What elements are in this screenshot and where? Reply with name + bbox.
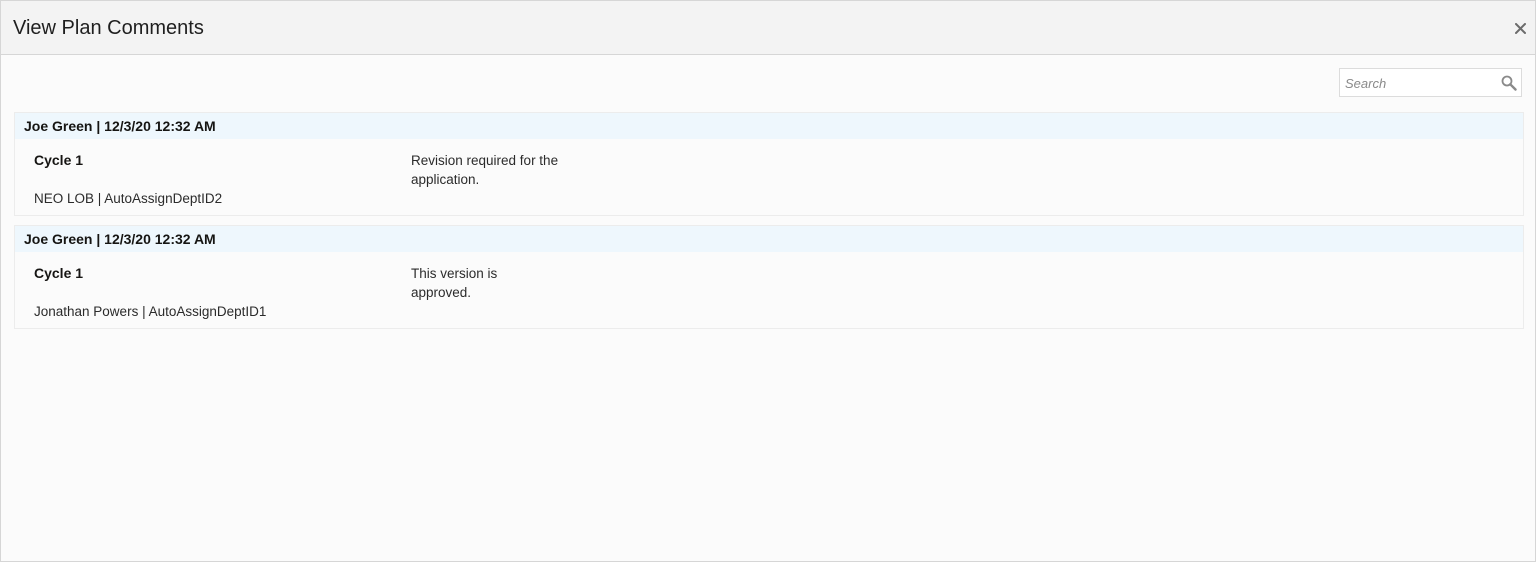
comment-header: Joe Green | 12/3/20 12:32 AM <box>15 226 1523 252</box>
comment-card: Joe Green | 12/3/20 12:32 AM Cycle 1 Jon… <box>14 225 1524 329</box>
dialog-title: View Plan Comments <box>13 17 204 39</box>
comment-author: Joe Green | 12/3/20 12:32 AM <box>24 231 216 247</box>
comment-text-line: This version is <box>411 266 498 281</box>
comment-author: Joe Green | 12/3/20 12:32 AM <box>24 118 216 134</box>
comment-text-line: application. <box>411 172 480 187</box>
comment-card: Joe Green | 12/3/20 12:32 AM Cycle 1 NEO… <box>14 112 1524 216</box>
comment-header: Joe Green | 12/3/20 12:32 AM <box>15 113 1523 139</box>
comment-text: This version is approved. <box>411 264 576 302</box>
comments-list: Joe Green | 12/3/20 12:32 AM Cycle 1 NEO… <box>14 112 1524 338</box>
search-icon[interactable] <box>1501 75 1517 91</box>
comment-meta: NEO LOB | AutoAssignDeptID2 <box>34 191 223 206</box>
comment-text-line: Revision required for the <box>411 153 559 168</box>
comment-meta: Jonathan Powers | AutoAssignDeptID1 <box>34 304 267 319</box>
comment-text: Revision required for the application. <box>411 151 576 189</box>
close-button[interactable] <box>1511 19 1529 37</box>
search-box <box>1339 68 1522 97</box>
view-plan-comments-dialog: View Plan Comments Joe Green | 12/3/20 1… <box>0 0 1536 562</box>
dialog-header: View Plan Comments <box>1 1 1535 55</box>
comment-text-line: approved. <box>411 285 472 300</box>
comment-cycle: Cycle 1 <box>34 152 84 168</box>
close-icon <box>1514 22 1526 34</box>
comment-cycle: Cycle 1 <box>34 265 84 281</box>
search-input[interactable] <box>1344 72 1495 94</box>
